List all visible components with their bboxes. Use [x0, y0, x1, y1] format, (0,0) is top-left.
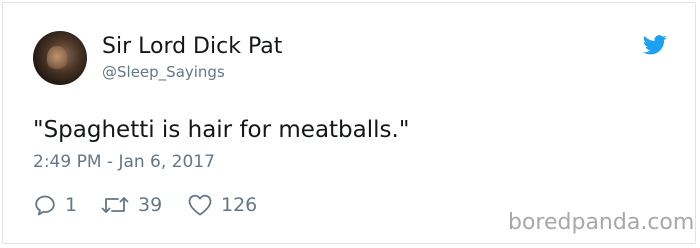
reply-icon [35, 195, 55, 216]
reply-button[interactable]: 1 [33, 191, 77, 219]
reply-count: 1 [65, 194, 78, 216]
retweet-button[interactable]: 39 [100, 191, 162, 219]
author-name[interactable]: Sir Lord Dick Pat [102, 34, 282, 59]
author-handle[interactable]: @Sleep_Sayings [102, 63, 225, 81]
retweet-count: 39 [138, 194, 163, 216]
like-button[interactable]: 126 [187, 191, 257, 219]
avatar-face [47, 46, 67, 72]
tweet-timestamp[interactable]: 2:49 PM - Jan 6, 2017 [33, 152, 215, 172]
site-watermark: boredpanda.com [508, 210, 695, 235]
retweet-icon [101, 197, 129, 213]
avatar[interactable] [33, 31, 87, 85]
twitter-bird-icon[interactable] [643, 35, 667, 55]
tweet-text: "Spaghetti is hair for meatballs." [33, 117, 410, 143]
heart-icon [188, 194, 212, 216]
like-count: 126 [221, 194, 258, 216]
